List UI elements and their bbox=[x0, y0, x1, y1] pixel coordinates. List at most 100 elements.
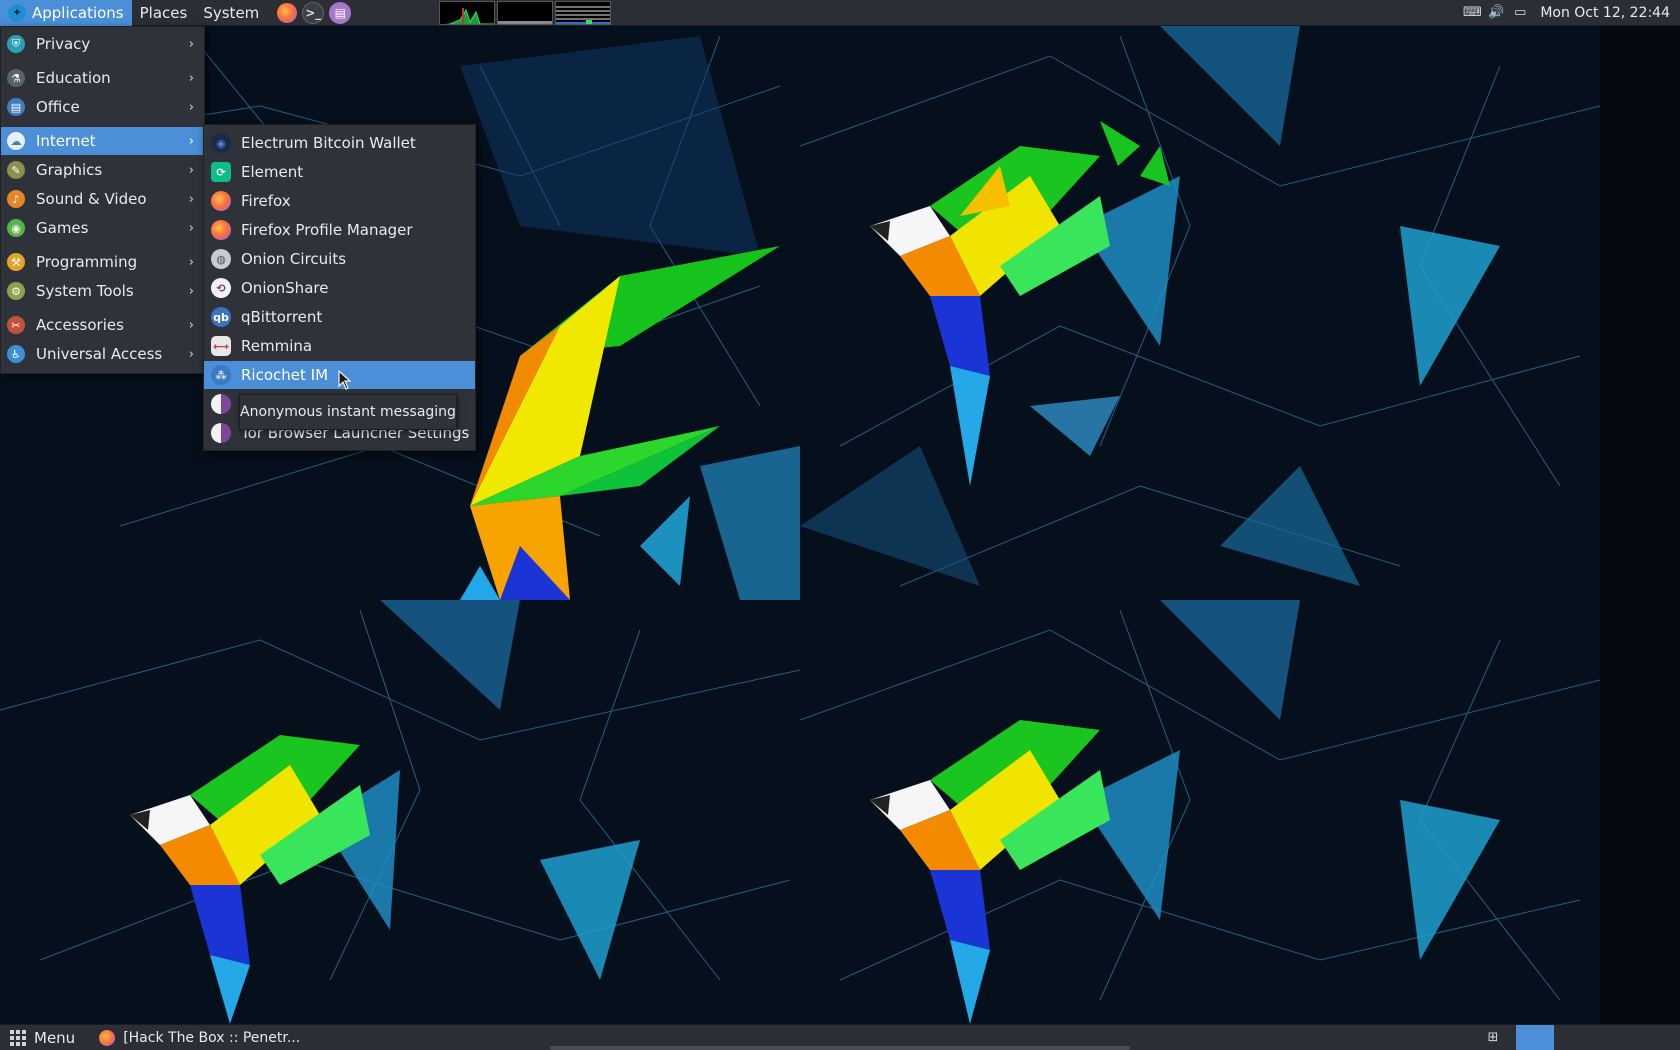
submenu-item-remmina[interactable]: ⟷ Remmina bbox=[204, 332, 475, 360]
accessories-icon: ✂ bbox=[7, 316, 25, 334]
firefox-icon bbox=[211, 191, 231, 211]
top-panel: ✦ Applications Places System >_ ▤ ⌨ 🔊 ▭ … bbox=[0, 0, 1680, 26]
menu-item-privacy[interactable]: ⛨ Privacy › bbox=[1, 30, 204, 58]
menu-item-system-tools[interactable]: ⚙ System Tools › bbox=[1, 277, 204, 305]
menu-item-accessories[interactable]: ✂ Accessories › bbox=[1, 311, 204, 339]
chevron-right-icon: › bbox=[188, 254, 194, 270]
menu-item-education[interactable]: ⚗ Education › bbox=[1, 64, 204, 92]
education-icon: ⚗ bbox=[7, 69, 25, 87]
menu-item-label: Education bbox=[36, 69, 111, 87]
submenu-item-onionshare[interactable]: ⟲ OnionShare bbox=[204, 274, 475, 302]
tor-settings-icon bbox=[211, 423, 231, 443]
chevron-right-icon: › bbox=[188, 99, 194, 115]
keyboard-icon[interactable]: ⌨ bbox=[1463, 5, 1482, 21]
submenu-item-label: Ricochet IM bbox=[241, 366, 329, 384]
chevron-right-icon: › bbox=[188, 283, 194, 299]
clock[interactable]: Mon Oct 12, 22:44 bbox=[1540, 5, 1670, 21]
remmina-icon: ⟷ bbox=[211, 336, 231, 356]
menu-item-label: System Tools bbox=[36, 282, 134, 300]
menu-item-label: Accessories bbox=[36, 316, 124, 334]
chevron-right-icon: › bbox=[188, 317, 194, 333]
volume-icon[interactable]: 🔊 bbox=[1488, 5, 1504, 21]
menu-item-label: Graphics bbox=[36, 161, 103, 179]
submenu-item-electrum[interactable]: ◉ Electrum Bitcoin Wallet bbox=[204, 129, 475, 157]
wallpaper-tile bbox=[800, 26, 1600, 600]
games-icon: ◉ bbox=[7, 219, 25, 237]
internet-icon: ☁ bbox=[7, 132, 25, 150]
places-menu[interactable]: Places bbox=[132, 0, 196, 26]
menu-item-label: Privacy bbox=[36, 35, 91, 53]
menu-item-label: Games bbox=[36, 219, 89, 237]
submenu-item-label: Remmina bbox=[241, 337, 313, 355]
system-monitor[interactable] bbox=[439, 0, 612, 25]
applications-menu[interactable]: ✦ Applications bbox=[0, 0, 132, 26]
workspace-switcher[interactable] bbox=[1516, 1024, 1554, 1050]
menu-item-sound-video[interactable]: ♪ Sound & Video › bbox=[1, 185, 204, 213]
submenu-item-element[interactable]: ⟳ Element bbox=[204, 158, 475, 186]
menu-item-graphics[interactable]: ✎ Graphics › bbox=[1, 156, 204, 184]
menu-item-office[interactable]: ▤ Office › bbox=[1, 93, 204, 121]
firefox-profile-icon bbox=[211, 220, 231, 240]
submenu-item-label: Element bbox=[241, 163, 304, 181]
system-tools-icon: ⚙ bbox=[7, 282, 25, 300]
menu-button-label: Menu bbox=[34, 1028, 76, 1047]
electrum-icon: ◉ bbox=[211, 133, 231, 153]
menu-item-label: Office bbox=[36, 98, 80, 116]
system-menu[interactable]: System bbox=[195, 0, 267, 26]
cpu-graph bbox=[439, 0, 496, 25]
submenu-item-label: Firefox bbox=[241, 192, 291, 210]
bottom-right-area: ⊞ bbox=[1484, 1024, 1680, 1050]
menu-item-label: Universal Access bbox=[36, 345, 163, 363]
chevron-right-icon: › bbox=[188, 36, 194, 52]
privacy-icon: ⛨ bbox=[7, 35, 25, 53]
chevron-right-icon: › bbox=[188, 220, 194, 236]
panel-scroll-indicator bbox=[550, 1046, 1130, 1050]
menu-item-label: Sound & Video bbox=[36, 190, 147, 208]
submenu-item-label: Firefox Profile Manager bbox=[241, 221, 413, 239]
grid-menu-icon bbox=[10, 1029, 26, 1046]
element-icon: ⟳ bbox=[211, 162, 231, 182]
submenu-item-firefox[interactable]: Firefox bbox=[204, 187, 475, 215]
ricochet-icon: ⁂ bbox=[211, 365, 231, 385]
taskbar-window-label: [Hack The Box :: Penetr... bbox=[123, 1029, 301, 1046]
submenu-item-label: Electrum Bitcoin Wallet bbox=[241, 134, 416, 152]
universal-access-icon: ♿ bbox=[7, 345, 25, 363]
show-desktop-icon[interactable]: ⊞ bbox=[1484, 1030, 1502, 1046]
applications-label: Applications bbox=[32, 3, 124, 22]
menu-item-label: Internet bbox=[36, 132, 96, 150]
chevron-right-icon: › bbox=[188, 346, 194, 362]
programming-icon: ⚒ bbox=[7, 253, 25, 271]
submenu-item-label: OnionShare bbox=[241, 279, 329, 297]
onion-circuits-icon: ◍ bbox=[211, 249, 231, 269]
mouse-cursor-icon bbox=[338, 370, 352, 390]
firefox-launcher-icon[interactable] bbox=[277, 2, 298, 23]
submenu-item-firefox-profile-manager[interactable]: Firefox Profile Manager bbox=[204, 216, 475, 244]
parrot-logo-icon: ✦ bbox=[8, 3, 26, 22]
chevron-right-icon: › bbox=[188, 70, 194, 86]
network-graph bbox=[555, 0, 612, 25]
menu-button[interactable]: Menu bbox=[0, 1025, 75, 1050]
menu-item-universal-access[interactable]: ♿ Universal Access › bbox=[1, 340, 204, 368]
menu-item-label: Programming bbox=[36, 253, 138, 271]
submenu-item-qbittorrent[interactable]: qb qBittorrent bbox=[204, 303, 475, 331]
memory-graph bbox=[497, 0, 554, 25]
sound-video-icon: ♪ bbox=[7, 190, 25, 208]
terminal-launcher-icon[interactable]: >_ bbox=[302, 1, 325, 24]
qbittorrent-icon: qb bbox=[211, 307, 231, 327]
submenu-item-label: Onion Circuits bbox=[241, 250, 347, 268]
menu-item-games[interactable]: ◉ Games › bbox=[1, 214, 204, 242]
wallpaper-tile bbox=[800, 600, 1600, 1024]
chevron-right-icon: › bbox=[188, 191, 194, 207]
display-icon[interactable]: ▭ bbox=[1512, 5, 1528, 21]
tooltip: Anonymous instant messaging bbox=[239, 394, 457, 430]
firefox-icon bbox=[99, 1029, 116, 1046]
menu-item-programming[interactable]: ⚒ Programming › bbox=[1, 248, 204, 276]
chevron-right-icon: › bbox=[188, 133, 194, 149]
text-editor-launcher-icon[interactable]: ▤ bbox=[329, 1, 352, 24]
menu-item-internet[interactable]: ☁ Internet › bbox=[1, 127, 204, 155]
taskbar-window-button[interactable]: [Hack The Box :: Penetr... bbox=[99, 1029, 301, 1046]
submenu-item-onion-circuits[interactable]: ◍ Onion Circuits bbox=[204, 245, 475, 273]
onionshare-icon: ⟲ bbox=[211, 278, 231, 298]
office-icon: ▤ bbox=[7, 98, 25, 116]
chevron-right-icon: › bbox=[188, 162, 194, 178]
